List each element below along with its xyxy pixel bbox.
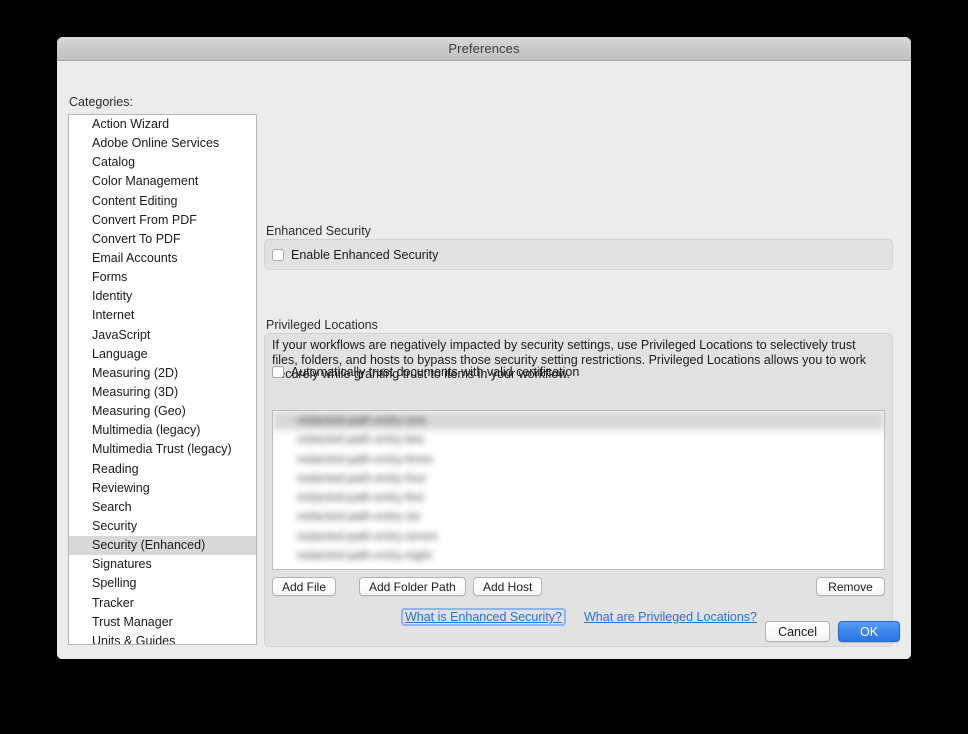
auto-trust-label: Automatically trust documents with valid… [291,365,580,379]
categories-list[interactable]: Action Wizard Adobe Online Services Catalo… [68,114,257,645]
enable-enhanced-security-row[interactable]: Enable Enhanced Security [272,248,438,262]
settings-pane: Enhanced Security Enable Enhanced Securi… [261,61,911,659]
enhanced-security-group-label: Enhanced Security [266,224,371,238]
sidebar-item[interactable]: Language [69,345,256,364]
remove-button[interactable]: Remove [816,577,885,596]
cancel-button[interactable]: Cancel [765,621,830,642]
sidebar-item[interactable]: Units & Guides [69,632,256,644]
sidebar-item[interactable]: Multimedia (legacy) [69,421,256,440]
sidebar-item[interactable]: JavaScript [69,326,256,345]
screen: Preferences Categories: Action Wizard Ado… [0,0,968,734]
preferences-window: Preferences Categories: Action Wizard Ado… [57,37,911,659]
location-list-item[interactable]: redacted-path-entry-six [273,507,884,526]
sidebar-item[interactable]: Spelling [69,574,256,593]
checkbox-icon[interactable] [272,366,284,378]
location-list-item[interactable]: redacted-path-entry-eight [273,546,884,565]
privileged-locations-list[interactable]: redacted-path-entry-one redacted-path-ent… [272,410,885,570]
sidebar-item[interactable]: Internet [69,306,256,325]
sidebar-item[interactable]: Adobe Online Services [69,134,256,153]
sidebar-item[interactable]: Security (Enhanced) [69,536,256,556]
add-file-button[interactable]: Add File [272,577,337,596]
location-list-item[interactable]: redacted-path-entry-one [273,411,884,431]
window-body: Categories: Action Wizard Adobe Online Se… [57,61,911,659]
add-host-button[interactable]: Add Host [473,577,543,596]
privileged-locations-group-label: Privileged Locations [266,318,378,332]
window-title: Preferences [448,41,520,56]
sidebar-item[interactable]: Signatures [69,555,256,574]
sidebar-item[interactable]: Color Management [69,172,256,191]
sidebar-item[interactable]: Measuring (3D) [69,383,256,402]
sidebar-item[interactable]: Reading [69,460,256,479]
sidebar-item[interactable]: Measuring (2D) [69,364,256,383]
location-list-item[interactable]: redacted-path-entry-five [273,488,884,507]
sidebar-item[interactable]: Content Editing [69,192,256,211]
sidebar-item[interactable]: Forms [69,268,256,287]
dialog-footer: Cancel OK [765,621,900,642]
sidebar-item[interactable]: Email Accounts [69,249,256,268]
sidebar-item[interactable]: Trust Manager [69,613,256,632]
auto-trust-row[interactable]: Automatically trust documents with valid… [272,365,579,379]
link-what-is-enhanced-security[interactable]: What is Enhanced Security? [400,608,567,626]
sidebar-item[interactable]: Action Wizard [69,115,256,134]
sidebar-item[interactable]: Security [69,517,256,536]
add-folder-path-button[interactable]: Add Folder Path [359,577,466,596]
sidebar-item[interactable]: Tracker [69,594,256,613]
location-list-item[interactable]: redacted-path-entry-seven [273,527,884,546]
location-list-item[interactable]: redacted-path-entry-three [273,450,884,469]
sidebar-item[interactable]: Reviewing [69,479,256,498]
location-list-item[interactable]: redacted-path-entry-two [273,430,884,449]
sidebar-item[interactable]: Convert To PDF [69,230,256,249]
sidebar-item[interactable]: Identity [69,287,256,306]
window-titlebar: Preferences [57,37,911,61]
categories-label: Categories: [69,95,133,109]
checkbox-icon[interactable] [272,249,284,261]
location-list-item[interactable]: redacted-path-entry-four [273,469,884,488]
sidebar-item[interactable]: Multimedia Trust (legacy) [69,440,256,459]
ok-button[interactable]: OK [838,621,900,642]
link-what-are-privileged-locations[interactable]: What are Privileged Locations? [581,609,760,625]
sidebar-item[interactable]: Search [69,498,256,517]
sidebar-item[interactable]: Catalog [69,153,256,172]
sidebar-item[interactable]: Measuring (Geo) [69,402,256,421]
sidebar-item[interactable]: Convert From PDF [69,211,256,230]
enable-enhanced-security-label: Enable Enhanced Security [291,248,439,262]
